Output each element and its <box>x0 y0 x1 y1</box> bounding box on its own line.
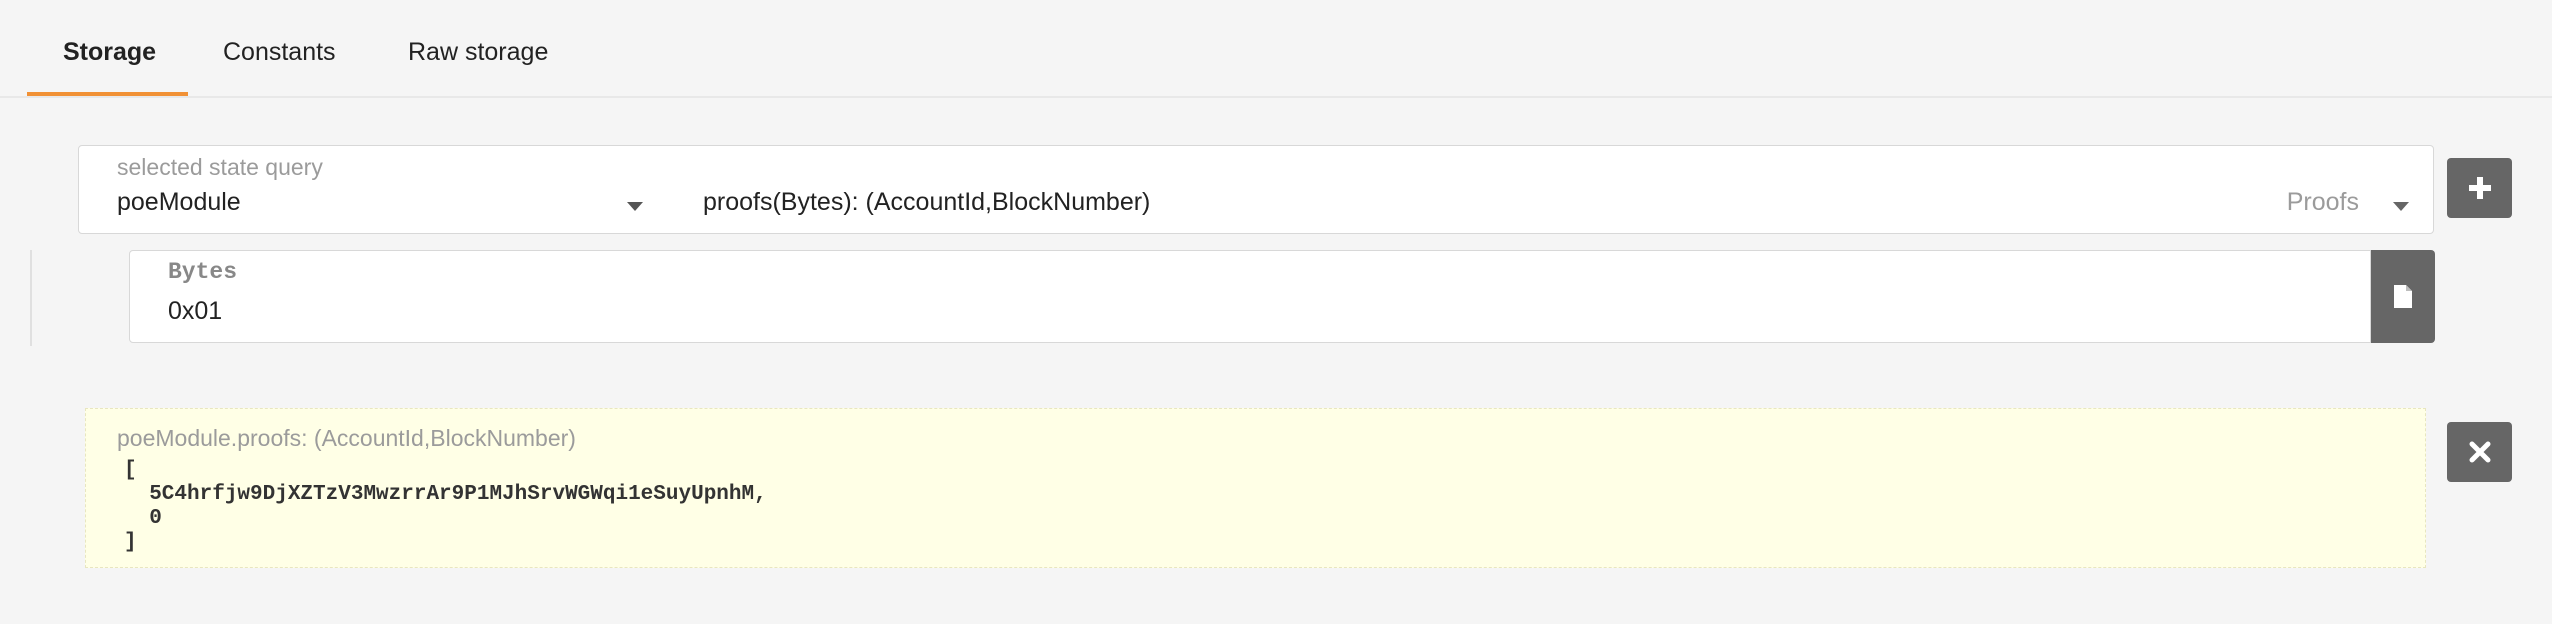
chevron-down-icon[interactable] <box>2393 202 2409 211</box>
module-dropdown[interactable]: poeModule <box>117 188 241 217</box>
bytes-input[interactable]: 0x01 <box>168 297 222 326</box>
tab-storage[interactable]: Storage <box>63 38 156 67</box>
method-dropdown[interactable]: proofs(Bytes): (AccountId,BlockNumber) <box>703 188 1150 217</box>
result-title: poeModule.proofs: (AccountId,BlockNumber… <box>117 425 576 451</box>
file-icon <box>2394 285 2412 308</box>
tab-constants[interactable]: Constants <box>223 38 336 67</box>
add-query-button[interactable] <box>2447 158 2512 218</box>
active-tab-indicator <box>27 92 188 96</box>
result-value: [ 5C4hrfjw9DjXZTzV3MwzrrAr9P1MJhSrvWGWqi… <box>124 459 767 554</box>
state-query-selector[interactable]: selected state query poeModule proofs(By… <box>78 145 2434 234</box>
query-result: poeModule.proofs: (AccountId,BlockNumber… <box>85 408 2426 568</box>
tab-raw-storage[interactable]: Raw storage <box>408 38 548 67</box>
param-label: Bytes <box>168 259 238 285</box>
query-label: selected state query <box>117 154 323 180</box>
chain-state-page: Storage Constants Raw storage selected s… <box>0 0 2552 624</box>
tab-bar: Storage Constants Raw storage <box>0 0 2552 98</box>
bytes-param-field[interactable]: Bytes 0x01 <box>129 250 2371 343</box>
chevron-down-icon[interactable] <box>627 202 643 211</box>
close-icon <box>2469 441 2491 463</box>
file-upload-button[interactable] <box>2371 250 2435 343</box>
remove-result-button[interactable] <box>2447 422 2512 482</box>
param-indent-line <box>30 250 32 346</box>
method-doc: Proofs <box>2286 188 2359 216</box>
plus-icon <box>2469 177 2491 199</box>
